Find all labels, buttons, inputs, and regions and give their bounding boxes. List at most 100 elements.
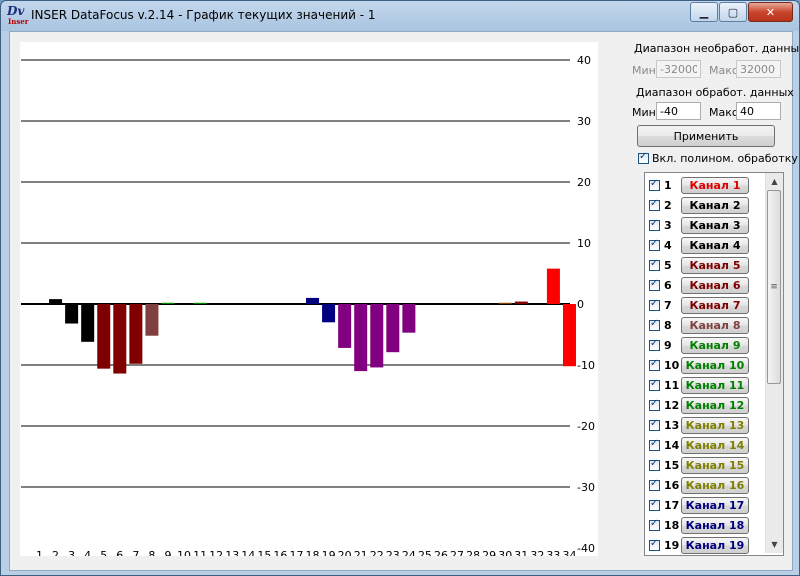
proc-max-label: Макс bbox=[709, 106, 738, 119]
channel-color-button[interactable]: Канал 8 bbox=[681, 316, 749, 334]
channel-row: 13Канал 13 bbox=[649, 415, 749, 435]
channel-checkbox[interactable] bbox=[649, 278, 660, 291]
channel-checkbox[interactable] bbox=[649, 438, 660, 451]
x-tick-label: 18 bbox=[306, 549, 320, 556]
channel-color-button[interactable]: Канал 7 bbox=[681, 296, 749, 314]
scroll-thumb[interactable]: ≡ bbox=[767, 190, 781, 384]
channel-checkbox[interactable] bbox=[649, 498, 660, 511]
scroll-up-icon[interactable]: ▲ bbox=[766, 173, 783, 190]
channel-checkbox[interactable] bbox=[649, 198, 660, 211]
channel-checkbox[interactable] bbox=[649, 258, 660, 271]
channel-checkbox[interactable] bbox=[649, 358, 660, 371]
channel-color-button[interactable]: Канал 16 bbox=[681, 476, 749, 494]
x-tick-label: 19 bbox=[322, 549, 336, 556]
channel-checkbox[interactable] bbox=[649, 398, 660, 411]
channel-color-button[interactable]: Канал 18 bbox=[681, 516, 749, 534]
channel-color-button[interactable]: Канал 15 bbox=[681, 456, 749, 474]
x-tick-label: 16 bbox=[273, 549, 287, 556]
channel-checkbox[interactable] bbox=[649, 478, 660, 491]
channel-color-button[interactable]: Канал 17 bbox=[681, 496, 749, 514]
channel-color-button[interactable]: Канал 10 bbox=[681, 356, 749, 374]
channel-checkbox[interactable] bbox=[649, 458, 660, 471]
channel-color-button[interactable]: Канал 9 bbox=[681, 336, 749, 354]
bar bbox=[322, 304, 336, 323]
bar bbox=[402, 304, 416, 333]
channel-number: 6 bbox=[664, 278, 672, 292]
channel-row: 19Канал 19 bbox=[649, 535, 749, 555]
x-tick-label: 1 bbox=[36, 549, 43, 556]
channel-color-button[interactable]: Канал 2 bbox=[681, 196, 749, 214]
channel-number: 15 bbox=[664, 458, 680, 472]
channel-color-button[interactable]: Канал 11 bbox=[681, 376, 749, 394]
channel-checkbox[interactable] bbox=[649, 298, 660, 311]
channel-number: 5 bbox=[664, 258, 672, 272]
channel-checkbox[interactable] bbox=[649, 518, 660, 531]
channel-row: 5 Канал 5 bbox=[649, 255, 749, 275]
apply-button[interactable]: Применить bbox=[637, 125, 775, 147]
maximize-button[interactable]: ▢ bbox=[719, 2, 747, 22]
channel-list-scrollbar[interactable]: ▲ ≡ ▼ bbox=[765, 173, 783, 553]
channel-number: 3 bbox=[664, 218, 672, 232]
raw-max-input[interactable] bbox=[736, 60, 781, 78]
channel-number: 2 bbox=[664, 198, 672, 212]
x-tick-label: 9 bbox=[164, 549, 171, 556]
channel-color-button[interactable]: Канал 5 bbox=[681, 256, 749, 274]
raw-min-input[interactable] bbox=[656, 60, 701, 78]
x-tick-label: 7 bbox=[132, 549, 139, 556]
channel-color-button[interactable]: Канал 13 bbox=[681, 416, 749, 434]
channel-number: 7 bbox=[664, 298, 672, 312]
x-tick-label: 27 bbox=[450, 549, 464, 556]
channel-color-button[interactable]: Канал 1 bbox=[681, 176, 749, 194]
channel-color-button[interactable]: Канал 19 bbox=[681, 536, 749, 554]
channel-row: 2 Канал 2 bbox=[649, 195, 749, 215]
x-tick-label: 14 bbox=[241, 549, 255, 556]
y-tick-label: 0 bbox=[577, 298, 584, 311]
main-window: Dv Inser INSER DataFocus v.2.14 - График… bbox=[0, 0, 800, 576]
x-tick-label: 11 bbox=[193, 549, 207, 556]
minimize-button[interactable]: ▁ bbox=[690, 2, 718, 22]
channel-number: 1 bbox=[664, 178, 672, 192]
x-tick-label: 25 bbox=[418, 549, 432, 556]
window-controls: ▁ ▢ ✕ bbox=[689, 2, 793, 22]
chart-svg: 403020100-10-20-30-401 2 3 4 5 6 7 8 9 10 11 12 13 14… bbox=[21, 54, 595, 556]
settings-panel: Диапазон необработ. данных Мин Макс Диап… bbox=[606, 32, 799, 570]
x-tick-label: 31 bbox=[514, 549, 528, 556]
channel-checkbox[interactable] bbox=[649, 178, 660, 191]
channel-color-button[interactable]: Канал 14 bbox=[681, 436, 749, 454]
raw-min-label: Мин bbox=[632, 64, 656, 77]
channel-row: 1 Канал 1 bbox=[649, 175, 749, 195]
bar bbox=[49, 299, 63, 304]
checkbox-check-icon[interactable] bbox=[638, 151, 649, 164]
channel-checkbox[interactable] bbox=[649, 218, 660, 231]
channel-row: 6 Канал 6 bbox=[649, 275, 749, 295]
channel-checkbox[interactable] bbox=[649, 418, 660, 431]
close-button[interactable]: ✕ bbox=[748, 2, 793, 22]
y-tick-label: 20 bbox=[577, 176, 591, 189]
channel-number: 12 bbox=[664, 398, 680, 412]
title-bar[interactable]: Dv Inser INSER DataFocus v.2.14 - График… bbox=[1, 1, 799, 31]
channel-color-button[interactable]: Канал 3 bbox=[681, 216, 749, 234]
poly-processing-checkbox[interactable]: Вкл. полином. обработку bbox=[638, 151, 798, 165]
x-tick-label: 26 bbox=[434, 549, 448, 556]
channel-checkbox[interactable] bbox=[649, 238, 660, 251]
channel-color-button[interactable]: Канал 12 bbox=[681, 396, 749, 414]
bar bbox=[193, 302, 207, 304]
channel-checkbox[interactable] bbox=[649, 338, 660, 351]
channel-row: 17Канал 17 bbox=[649, 495, 749, 515]
channel-color-button[interactable]: Канал 6 bbox=[681, 276, 749, 294]
channel-row: 16Канал 16 bbox=[649, 475, 749, 495]
channel-checkbox[interactable] bbox=[649, 378, 660, 391]
channel-color-button[interactable]: Канал 4 bbox=[681, 236, 749, 254]
scroll-down-icon[interactable]: ▼ bbox=[766, 536, 783, 553]
channel-row: 14Канал 14 bbox=[649, 435, 749, 455]
bar bbox=[386, 304, 400, 353]
channel-row: 12Канал 12 bbox=[649, 395, 749, 415]
x-tick-label: 8 bbox=[148, 549, 155, 556]
x-tick-label: 33 bbox=[546, 549, 560, 556]
proc-max-input[interactable] bbox=[736, 102, 781, 120]
proc-min-input[interactable] bbox=[656, 102, 701, 120]
channel-checkbox[interactable] bbox=[649, 538, 660, 551]
bar bbox=[161, 302, 175, 304]
x-tick-label: 34 bbox=[562, 549, 576, 556]
channel-checkbox[interactable] bbox=[649, 318, 660, 331]
